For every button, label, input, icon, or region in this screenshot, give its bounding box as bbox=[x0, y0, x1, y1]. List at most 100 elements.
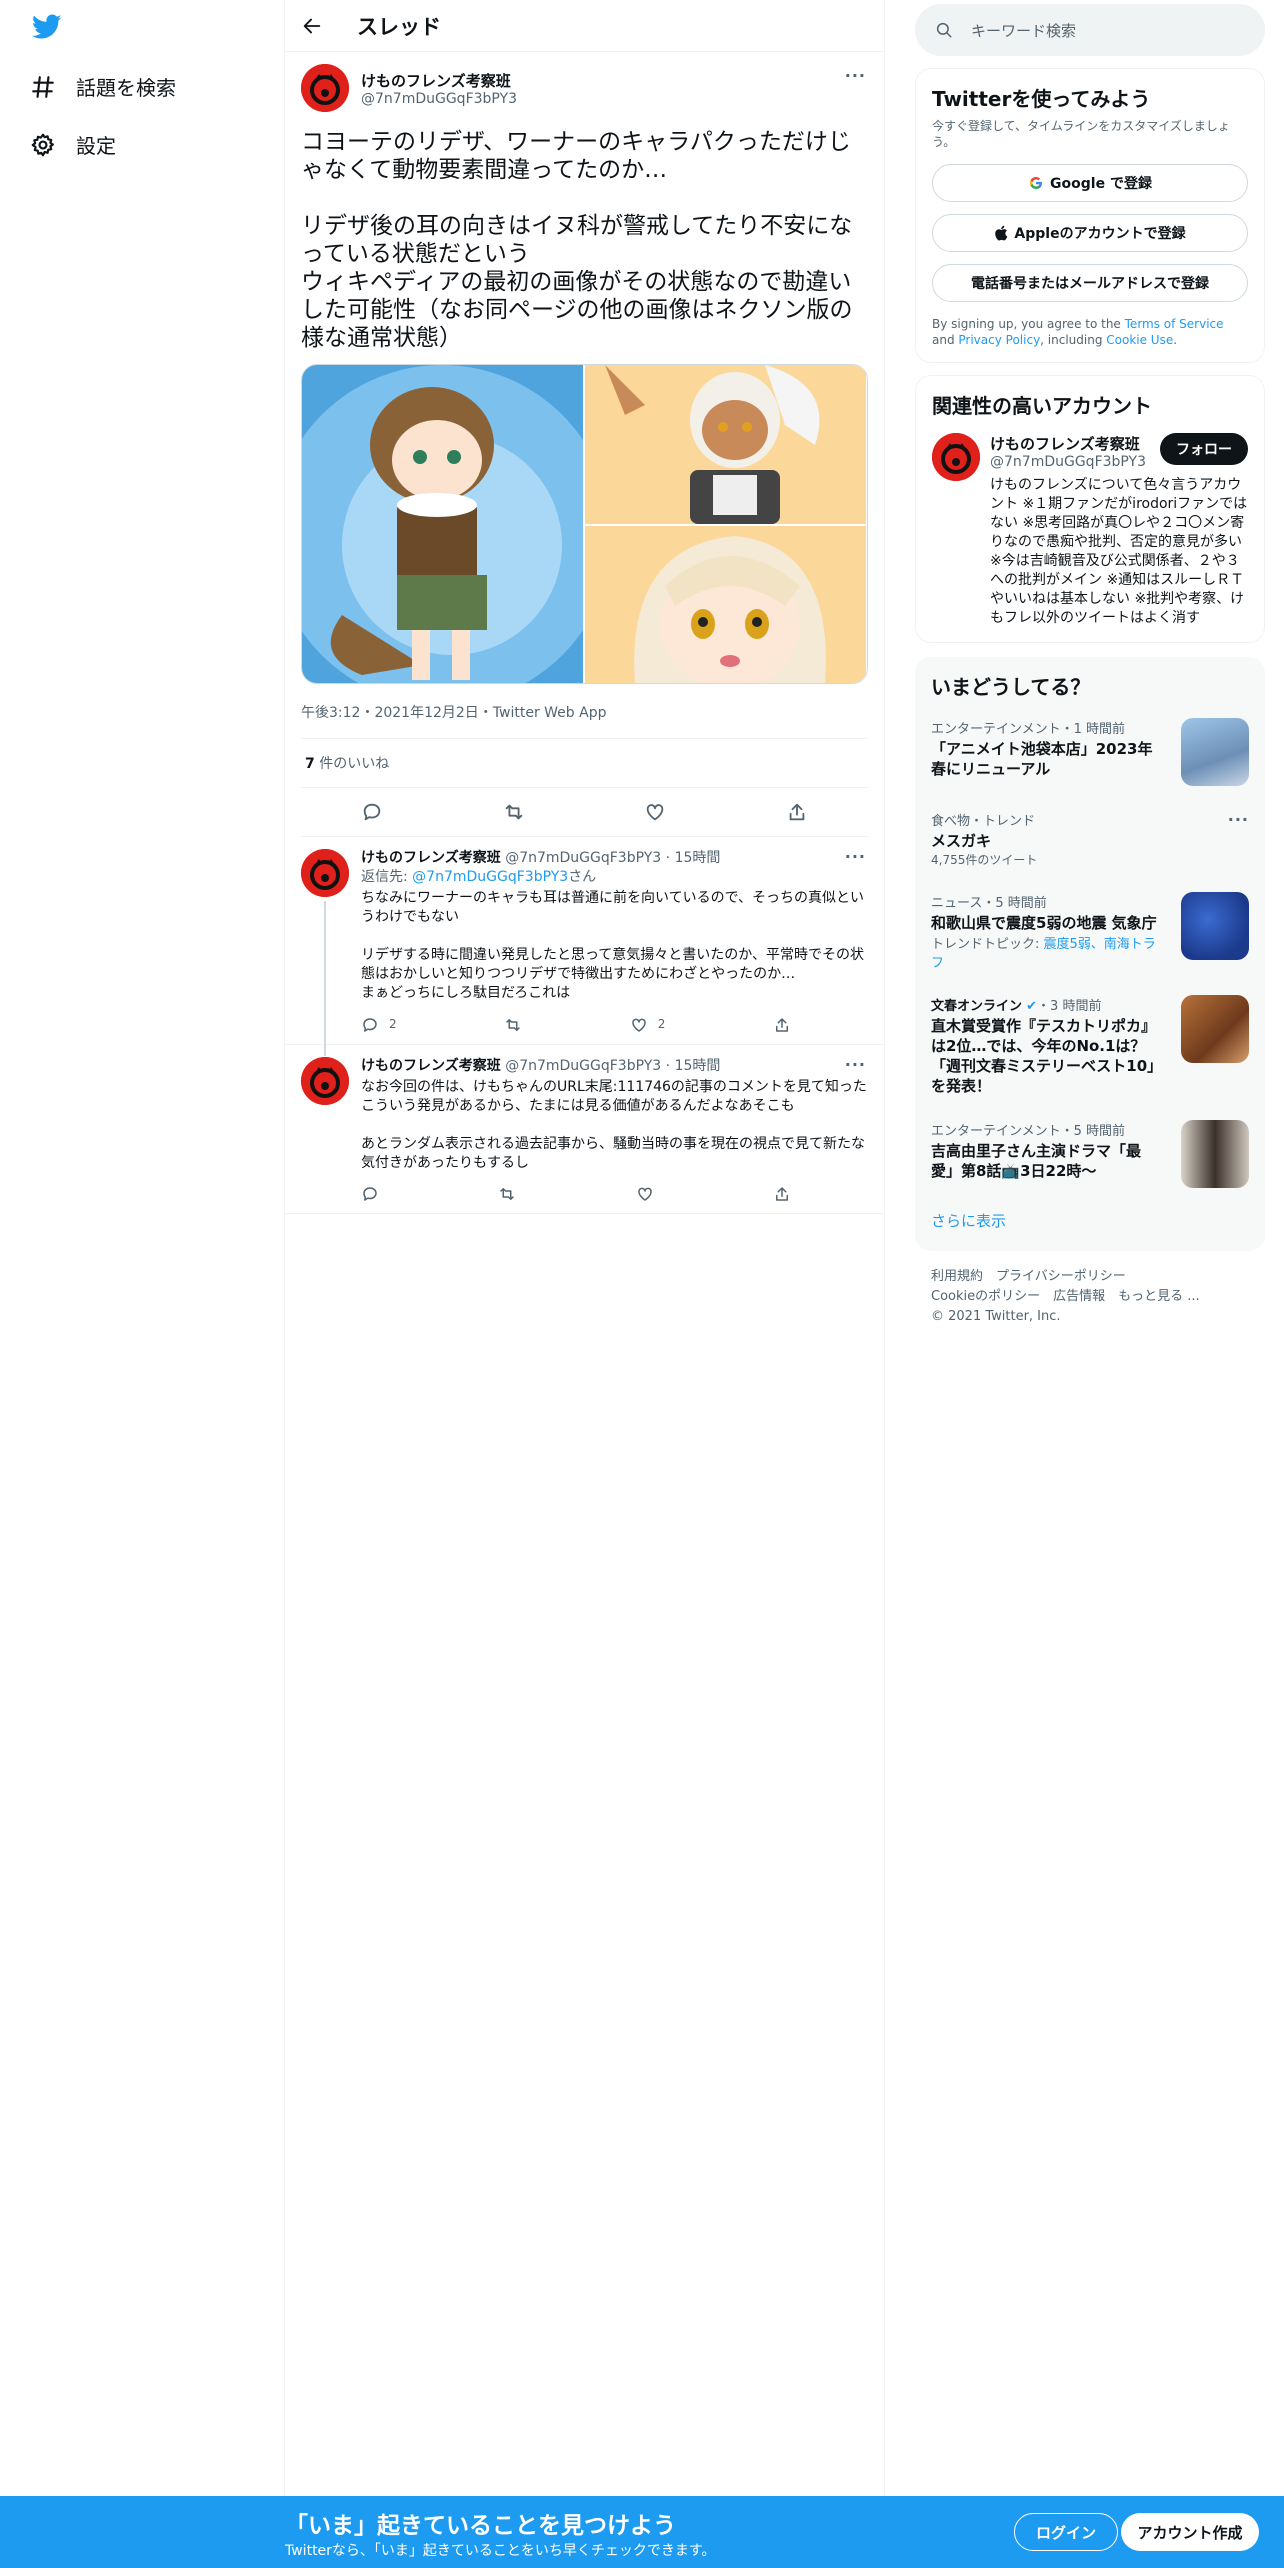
privacy-link[interactable]: Privacy Policy bbox=[958, 333, 1040, 347]
left-sidebar: 話題を検索 設定 bbox=[0, 0, 285, 2568]
trend-title: 直木賞受賞作『テスカトリポカ』は2位…では、今年のNo.1は？「週刊文春ミステリ… bbox=[931, 1017, 1157, 1095]
trend-meta: ニュース・5 時間前 bbox=[931, 896, 1047, 911]
cookie-link[interactable]: Cookie Use bbox=[1106, 333, 1173, 347]
login-button[interactable]: ログイン bbox=[1014, 2513, 1118, 2551]
trends-card: いまどうしてる？ エンターテインメント・1 時間前 「アニメイト池袋本店」202… bbox=[915, 657, 1265, 1251]
retweet-icon[interactable] bbox=[503, 801, 525, 823]
trend-title: 「アニメイト池袋本店」2023年春にリニューアル bbox=[931, 740, 1153, 778]
retweet-button[interactable] bbox=[498, 1185, 516, 1203]
avatar[interactable] bbox=[301, 64, 349, 112]
retweet-button[interactable] bbox=[504, 1015, 522, 1034]
author-name[interactable]: けものフレンズ考察班 bbox=[361, 70, 517, 91]
main-column: スレッド けものフレンズ考察班 @7n7mDuGGqF3bPY3 ··· コヨー… bbox=[285, 0, 885, 2568]
avatar[interactable] bbox=[932, 433, 980, 481]
reply-tweet-2[interactable]: けものフレンズ考察班 @7n7mDuGGqF3bPY3 · 15時間 なお今回の… bbox=[285, 1045, 884, 1214]
tweet-text: コヨーテのリデザ、ワーナーのキャラパクっただけじゃなくて動物要素間違ってたのか…… bbox=[301, 129, 853, 351]
share-icon bbox=[775, 1017, 788, 1032]
trend-item[interactable]: ニュース・5 時間前 和歌山県で震度5弱の地震 気象庁 トレンドトピック: 震度… bbox=[931, 880, 1249, 983]
create-account-button[interactable]: アカウント作成 bbox=[1121, 2513, 1259, 2551]
trend-item[interactable]: エンターテインメント・5 時間前 吉高由里子さん主演ドラマ「最愛」第8話📺3日2… bbox=[931, 1108, 1249, 1200]
main-tweet: けものフレンズ考察班 @7n7mDuGGqF3bPY3 ··· コヨーテのリデザ… bbox=[285, 52, 884, 837]
trend-item[interactable]: 文春オンライン ✔・3 時間前 直木賞受賞作『テスカトリポカ』は2位…では、今年… bbox=[931, 983, 1249, 1108]
related-title: 関連性の高いアカウント bbox=[932, 394, 1152, 418]
google-signup-button[interactable]: Google で登録 bbox=[932, 164, 1248, 202]
search-icon bbox=[935, 21, 953, 39]
show-more-link[interactable]: さらに表示 bbox=[931, 1200, 1249, 1247]
signup-title: Twitterを使ってみよう bbox=[932, 87, 1151, 111]
search-input[interactable]: キーワード検索 bbox=[971, 20, 1076, 41]
apple-signup-button[interactable]: Appleのアカウントで登録 bbox=[932, 214, 1248, 252]
back-arrow-icon[interactable] bbox=[301, 15, 323, 37]
phone-email-signup-button[interactable]: 電話番号またはメールアドレスで登録 bbox=[932, 264, 1248, 302]
reply-time[interactable]: 15時間 bbox=[675, 850, 721, 866]
footer-links-2[interactable]: Cookieのポリシー 広告情報 もっと見る ... bbox=[931, 1287, 1249, 1307]
google-signup-label: Google で登録 bbox=[1050, 176, 1152, 192]
reply-author-name[interactable]: けものフレンズ考察班 bbox=[361, 1058, 501, 1074]
reply-tweet-1[interactable]: けものフレンズ考察班 @7n7mDuGGqF3bPY3 · 15時間 返信先: … bbox=[285, 837, 884, 1056]
more-icon[interactable]: ··· bbox=[1228, 810, 1249, 868]
reply-time[interactable]: 15時間 bbox=[675, 1058, 721, 1074]
author-handle[interactable]: @7n7mDuGGqF3bPY3 bbox=[361, 91, 517, 107]
trend-item[interactable]: エンターテインメント・1 時間前 「アニメイト池袋本店」2023年春にリニューア… bbox=[931, 706, 1249, 798]
reply-author-handle[interactable]: @7n7mDuGGqF3bPY3 bbox=[505, 1058, 661, 1074]
media-image-1[interactable] bbox=[302, 365, 583, 683]
trend-image bbox=[1181, 892, 1249, 960]
share-button[interactable] bbox=[773, 1185, 791, 1203]
likes-row[interactable]: 7 件のいいね bbox=[301, 739, 868, 787]
like-button[interactable]: 2 bbox=[630, 1015, 666, 1034]
gear-icon bbox=[30, 132, 56, 158]
reply-actions: 2 2 bbox=[361, 1015, 791, 1034]
like-icon bbox=[632, 1018, 646, 1032]
right-sidebar: キーワード検索 Twitterを使ってみよう 今すぐ登録して、タイムラインをカス… bbox=[915, 0, 1265, 1343]
trend-title: 吉高由里子さん主演ドラマ「最愛」第8話📺3日22時〜 bbox=[931, 1142, 1142, 1180]
related-bio: けものフレンズについて色々言うアカウント ※１期ファンだがirodoriファンで… bbox=[990, 477, 1248, 626]
share-button[interactable] bbox=[773, 1015, 791, 1034]
trend-item[interactable]: 食べ物・トレンド メスガキ 4,755件のツイート ··· bbox=[931, 798, 1249, 880]
reply-to-handle[interactable]: @7n7mDuGGqF3bPY3 bbox=[412, 869, 568, 885]
more-icon[interactable]: ··· bbox=[845, 847, 866, 866]
reply-to-line: 返信先: @7n7mDuGGqF3bPY3さん bbox=[361, 868, 868, 887]
more-icon[interactable]: ··· bbox=[845, 1055, 866, 1074]
share-icon bbox=[775, 1187, 788, 1201]
nav-settings[interactable]: 設定 bbox=[30, 130, 116, 159]
reply-button[interactable]: 2 bbox=[361, 1015, 397, 1034]
apple-signup-label: Appleのアカウントで登録 bbox=[1014, 226, 1186, 242]
trend-time: ・3 時間前 bbox=[1037, 999, 1102, 1014]
reply-to-prefix: 返信先: bbox=[361, 869, 413, 885]
trend-topic-label: トレンドトピック: bbox=[931, 937, 1044, 952]
search-box[interactable]: キーワード検索 bbox=[915, 4, 1265, 56]
reply-icon[interactable] bbox=[361, 801, 383, 823]
like-button[interactable] bbox=[636, 1185, 654, 1203]
reply-actions bbox=[361, 1185, 791, 1203]
terms-link[interactable]: Terms of Service bbox=[1125, 317, 1224, 331]
share-icon[interactable] bbox=[786, 801, 808, 823]
trend-meta: 食べ物・トレンド bbox=[931, 814, 1036, 829]
reply-author-name[interactable]: けものフレンズ考察班 bbox=[361, 850, 501, 866]
reply-button[interactable] bbox=[361, 1185, 379, 1203]
trend-source: 文春オンライン bbox=[931, 999, 1023, 1014]
media-image-2[interactable] bbox=[585, 365, 866, 524]
phone-signup-label: 電話番号またはメールアドレスで登録 bbox=[971, 276, 1209, 292]
reply-icon bbox=[363, 1017, 377, 1032]
thread-header: スレッド bbox=[285, 0, 884, 52]
trend-title: 和歌山県で震度5弱の地震 気象庁 bbox=[931, 914, 1157, 932]
tweet-media[interactable] bbox=[301, 364, 868, 684]
twitter-logo-icon[interactable] bbox=[32, 14, 62, 40]
avatar[interactable] bbox=[301, 1057, 349, 1105]
reply-author-handle[interactable]: @7n7mDuGGqF3bPY3 bbox=[505, 850, 661, 866]
avatar[interactable] bbox=[301, 849, 349, 897]
like-icon[interactable] bbox=[644, 801, 666, 823]
media-image-3[interactable] bbox=[585, 526, 866, 683]
more-icon[interactable]: ··· bbox=[845, 66, 866, 85]
like-count: 2 bbox=[657, 1017, 666, 1031]
trend-image bbox=[1181, 995, 1249, 1063]
tweet-timestamp[interactable]: 午後3:12・2021年12月2日・Twitter Web App bbox=[301, 702, 868, 722]
like-icon bbox=[637, 1187, 652, 1201]
footer-links-1[interactable]: 利用規約 プライバシーポリシー bbox=[931, 1267, 1249, 1287]
reply-icon bbox=[363, 1187, 377, 1201]
trend-meta: エンターテインメント・1 時間前 bbox=[931, 722, 1126, 737]
reply-to-suffix: さん bbox=[568, 869, 597, 885]
follow-button[interactable]: フォロー bbox=[1160, 433, 1248, 465]
nav-explore[interactable]: 話題を検索 bbox=[30, 72, 176, 101]
trends-title: いまどうしてる？ bbox=[931, 675, 1091, 699]
